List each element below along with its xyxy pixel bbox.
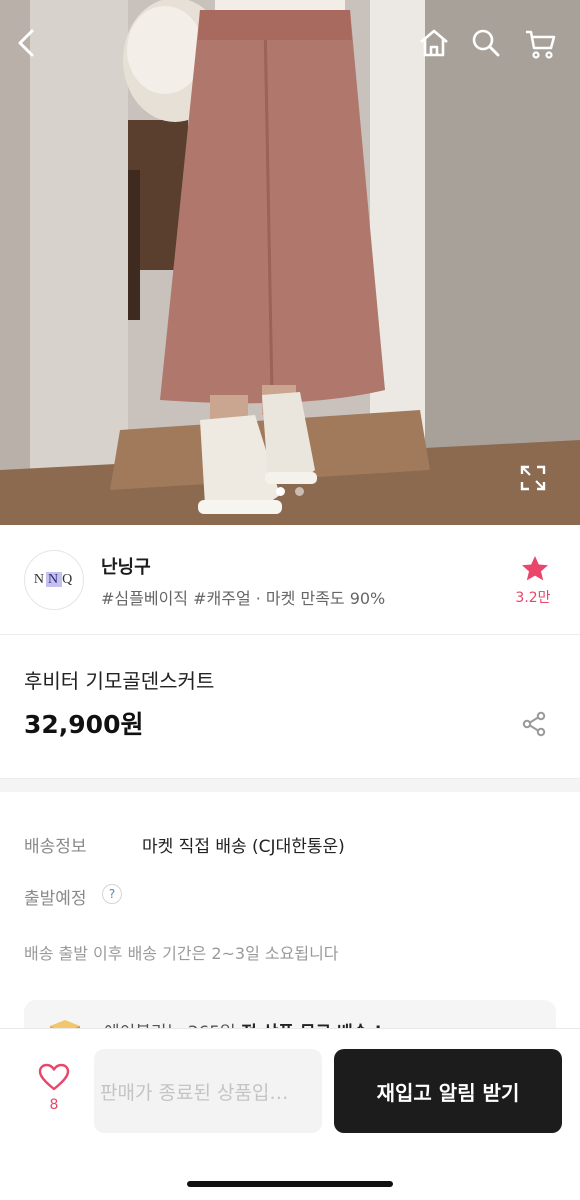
shipping-note: 배송 출발 이후 배송 기간은 2~3일 소요됩니다 (24, 944, 339, 963)
search-button[interactable] (471, 28, 511, 68)
favorite-seller-button[interactable] (515, 555, 555, 585)
home-button[interactable] (418, 28, 458, 68)
product-name: 후비터 기모골덴스커트 (24, 669, 215, 693)
cart-icon (526, 30, 556, 59)
departure-label: 출발예정 (24, 889, 87, 909)
heart-icon (38, 1063, 70, 1091)
pagination-dot[interactable] (276, 487, 285, 496)
seller-section[interactable]: NNQ 난닝구 #심플베이직 #캐주얼 · 마켓 만족도 90% 3.2만 (0, 525, 580, 635)
product-image[interactable] (0, 0, 580, 525)
search-icon (472, 29, 500, 57)
pagination-dot[interactable] (295, 487, 304, 496)
star-icon (522, 556, 548, 581)
seller-tags: #심플베이직 #캐주얼 · 마켓 만족도 90% (101, 589, 386, 608)
home-indicator (187, 1181, 393, 1187)
cart-button[interactable] (524, 28, 564, 68)
top-navigation (0, 0, 580, 100)
shipping-info-label: 배송정보 (24, 837, 87, 857)
seller-name[interactable]: 난닝구 (101, 553, 151, 579)
favorite-count: 3.2만 (515, 590, 551, 606)
expand-image-button[interactable] (520, 465, 560, 505)
shipping-section: 배송정보 마켓 직접 배송 (CJ대한통운) 출발예정 ? 배송 출발 이후 배… (0, 792, 580, 1060)
seller-logo[interactable]: NNQ (24, 550, 84, 610)
shipping-info-value: 마켓 직접 배송 (CJ대한통운) (142, 837, 345, 857)
home-icon (420, 29, 448, 57)
bottom-action-bar: 8 판매가 종료된 상품입… 재입고 알림 받기 (0, 1028, 580, 1200)
product-price: 32,900원 (24, 710, 144, 739)
help-icon[interactable]: ? (102, 884, 122, 904)
share-icon (522, 711, 546, 737)
restock-alert-button[interactable]: 재입고 알림 받기 (334, 1049, 562, 1133)
share-button[interactable] (518, 708, 550, 740)
section-divider (0, 778, 580, 792)
chevron-left-icon (18, 29, 34, 57)
product-info: 후비터 기모골덴스커트 32,900원 (0, 635, 580, 778)
back-button[interactable] (15, 28, 55, 68)
soldout-button: 판매가 종료된 상품입… (94, 1049, 322, 1133)
gallery-pagination (0, 487, 580, 496)
like-count: 8 (49, 1097, 59, 1113)
like-button[interactable]: 8 (30, 1063, 78, 1113)
expand-icon (520, 465, 546, 491)
seller-logo-text: NNQ (33, 572, 75, 587)
